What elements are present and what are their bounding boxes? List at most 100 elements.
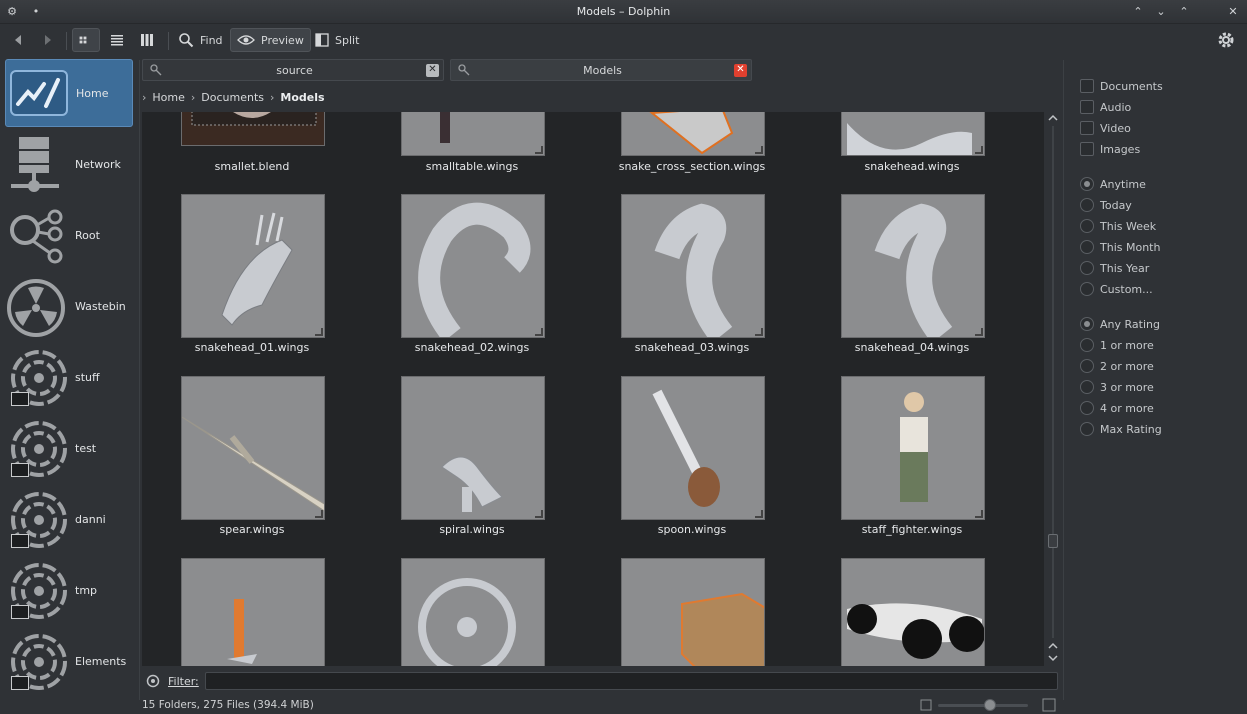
- checkbox[interactable]: [1080, 142, 1094, 156]
- date-this-year[interactable]: This Year: [1080, 259, 1149, 277]
- radio-button[interactable]: [1080, 317, 1094, 331]
- date-anytime[interactable]: Anytime: [1080, 175, 1146, 193]
- close-icon[interactable]: ✕: [1225, 4, 1241, 20]
- file-icon-view[interactable]: smallet.blend smalltable.wings snake_cro…: [142, 112, 1044, 666]
- place-home[interactable]: Home: [5, 59, 133, 127]
- maximize-icon[interactable]: ⌃: [1176, 4, 1192, 20]
- main-toolbar: Find Preview Split: [0, 24, 1247, 56]
- zoom-slider[interactable]: [938, 699, 1028, 711]
- gear-icon: [1218, 32, 1234, 48]
- drive-icon: [5, 488, 67, 550]
- zoom-slider-handle[interactable]: [984, 699, 996, 711]
- drive-icon: [5, 559, 67, 621]
- breadcrumb-home[interactable]: Home: [152, 91, 184, 104]
- type-audio[interactable]: Audio: [1080, 98, 1131, 116]
- checkbox[interactable]: [1080, 100, 1094, 114]
- search-icon: [179, 33, 194, 48]
- filter-option-label: Images: [1100, 142, 1141, 156]
- scrollbar-thumb[interactable]: [1048, 534, 1058, 548]
- tab-source[interactable]: source ✕: [142, 59, 444, 81]
- filter-option-label: Any Rating: [1100, 317, 1160, 331]
- panel-divider[interactable]: [139, 60, 140, 700]
- filter-option-label: 3 or more: [1100, 380, 1154, 394]
- split-button[interactable]: Split: [309, 28, 365, 52]
- radio-button[interactable]: [1080, 422, 1094, 436]
- radio-button[interactable]: [1080, 177, 1094, 191]
- preview-label: Preview: [261, 33, 304, 47]
- rating-4[interactable]: 4 or more: [1080, 399, 1154, 417]
- wastebin-icon: [5, 275, 67, 337]
- details-view-button[interactable]: [104, 28, 136, 52]
- radio-button[interactable]: [1080, 282, 1094, 296]
- type-documents[interactable]: Documents: [1080, 77, 1163, 95]
- find-button[interactable]: Find: [172, 28, 229, 52]
- file-thumbnail: [621, 558, 765, 666]
- forward-icon: [45, 35, 51, 45]
- radio-button[interactable]: [1080, 338, 1094, 352]
- filter-option-label: 4 or more: [1100, 401, 1154, 415]
- rating-max[interactable]: Max Rating: [1080, 420, 1162, 438]
- filter-option-label: This Week: [1100, 219, 1157, 233]
- rating-3[interactable]: 3 or more: [1080, 378, 1154, 396]
- chevron-right-icon: ›: [142, 90, 147, 104]
- radio-button[interactable]: [1080, 359, 1094, 373]
- filter-option-label: This Month: [1100, 240, 1161, 254]
- rating-1[interactable]: 1 or more: [1080, 336, 1154, 354]
- breadcrumb-models[interactable]: Models: [280, 91, 324, 104]
- filter-option-label: Video: [1100, 121, 1131, 135]
- preview-button[interactable]: Preview: [230, 28, 311, 52]
- date-this-week[interactable]: This Week: [1080, 217, 1156, 235]
- status-bar: 15 Folders, 275 Files (394.4 MiB): [142, 696, 1062, 714]
- back-button[interactable]: [4, 28, 38, 52]
- radio-button[interactable]: [1080, 198, 1094, 212]
- radio-button[interactable]: [1080, 261, 1094, 275]
- close-tab-icon[interactable]: ✕: [426, 63, 439, 77]
- checkbox[interactable]: [1080, 121, 1094, 135]
- place-label: Home: [76, 86, 109, 100]
- date-this-month[interactable]: This Month: [1080, 238, 1160, 256]
- forward-button[interactable]: [34, 28, 68, 52]
- place-wastebin[interactable]: Wastebin: [5, 272, 133, 340]
- rating-any[interactable]: Any Rating: [1080, 315, 1160, 333]
- columns-view-button[interactable]: [134, 28, 166, 52]
- network-icon: [5, 133, 67, 195]
- file-thumbnail: [401, 112, 545, 156]
- place-tmp[interactable]: tmp: [5, 556, 133, 624]
- file-thumbnail: [841, 376, 985, 520]
- type-video[interactable]: Video: [1080, 119, 1131, 137]
- checkbox[interactable]: [1080, 79, 1094, 93]
- type-images[interactable]: Images: [1080, 140, 1140, 158]
- usb-badge-icon: [11, 534, 29, 548]
- date-custom[interactable]: Custom...: [1080, 280, 1153, 298]
- rating-2[interactable]: 2 or more: [1080, 357, 1154, 375]
- back-icon: [15, 35, 21, 45]
- close-tab-icon[interactable]: ✕: [734, 63, 747, 77]
- place-elements[interactable]: Elements: [5, 627, 133, 695]
- radio-button[interactable]: [1080, 401, 1094, 415]
- radio-button[interactable]: [1080, 219, 1094, 233]
- minimize-icon[interactable]: ⌄: [1153, 4, 1169, 20]
- place-danni[interactable]: danni: [5, 485, 133, 553]
- file-name: smalltable.wings: [425, 160, 519, 173]
- date-today[interactable]: Today: [1080, 196, 1132, 214]
- breadcrumb-documents[interactable]: Documents: [201, 91, 264, 104]
- file-name: snakehead.wings: [864, 160, 960, 173]
- place-root[interactable]: Root: [5, 201, 133, 269]
- panel-divider[interactable]: [1063, 60, 1064, 700]
- tab-models[interactable]: Models ✕: [450, 59, 752, 81]
- settings-button[interactable]: [1210, 28, 1247, 52]
- place-stuff[interactable]: stuff: [5, 343, 133, 411]
- radio-button[interactable]: [1080, 240, 1094, 254]
- place-network[interactable]: Network: [5, 130, 133, 198]
- vertical-scrollbar[interactable]: [1046, 112, 1060, 666]
- drive-icon: [5, 417, 67, 479]
- place-test[interactable]: test: [5, 414, 133, 482]
- filter-input[interactable]: [204, 672, 1058, 690]
- file-thumbnail: [621, 194, 765, 338]
- icons-view-button[interactable]: [72, 28, 100, 52]
- scrollbar-track[interactable]: [1052, 126, 1054, 638]
- usb-badge-icon: [11, 392, 29, 406]
- radio-button[interactable]: [1080, 380, 1094, 394]
- icons-view-icon: [79, 36, 87, 44]
- keep-above-icon[interactable]: ⌃: [1130, 4, 1146, 20]
